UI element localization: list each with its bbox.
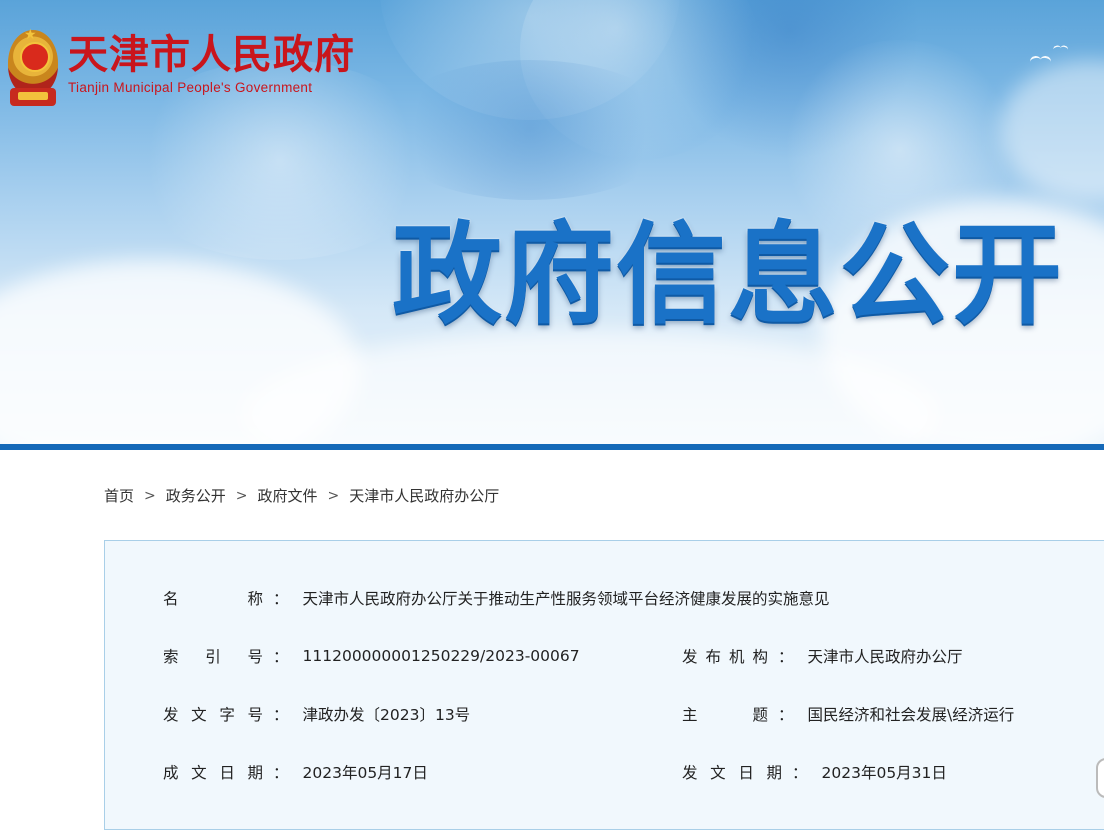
info-row-subject: 主 题 ： 国民经济和社会发展\经济运行 (682, 703, 1014, 725)
breadcrumb: 首页 > 政务公开 > 政府文件 > 天津市人民政府办公厅 (104, 485, 499, 506)
info-value-name: 天津市人民政府办公厅关于推动生产性服务领域平台经济健康发展的实施意见 (302, 590, 830, 608)
info-label-index: 索 引 号 (163, 648, 263, 666)
info-value-issued-date: 2023年05月31日 (821, 764, 947, 782)
side-scroll-widget[interactable] (1096, 758, 1104, 798)
header-banner: ★ 天津市人民政府 Tianjin Municipal People's Gov… (0, 0, 1104, 444)
info-label-created-date: 成 文 日 期 (163, 764, 263, 782)
info-label-publisher: 发 布 机 构 (682, 648, 768, 666)
document-info-panel: 名 称 ： 天津市人民政府办公厅关于推动生产性服务领域平台经济健康发展的实施意见… (104, 540, 1104, 830)
colon: ： (792, 764, 808, 782)
info-label-name: 名 称 (163, 590, 263, 608)
site-name-cn: 天津市人民政府 (68, 32, 355, 78)
breadcrumb-general-office[interactable]: 天津市人民政府办公厅 (349, 485, 499, 506)
breadcrumb-home[interactable]: 首页 (104, 485, 134, 506)
info-row-name: 名 称 ： 天津市人民政府办公厅关于推动生产性服务领域平台经济健康发展的实施意见 (163, 587, 830, 609)
breadcrumb-separator: > (327, 487, 340, 504)
info-value-created-date: 2023年05月17日 (302, 764, 428, 782)
colon: ： (778, 648, 794, 666)
info-label-subject: 主 题 (682, 706, 768, 724)
bird-icon (1030, 56, 1052, 66)
info-value-publisher: 天津市人民政府办公厅 (807, 648, 963, 666)
info-value-subject: 国民经济和社会发展\经济运行 (807, 706, 1015, 724)
breadcrumb-gov-affairs[interactable]: 政务公开 (166, 485, 226, 506)
banner-decoration (380, 60, 680, 200)
breadcrumb-separator: > (144, 487, 156, 504)
breadcrumb-gov-documents[interactable]: 政府文件 (258, 485, 318, 506)
colon: ： (273, 648, 289, 666)
colon: ： (273, 764, 289, 782)
info-label-doc-no: 发 文 字 号 (163, 706, 263, 724)
info-value-doc-no: 津政办发〔2023〕13号 (302, 706, 471, 724)
site-name: 天津市人民政府 Tianjin Municipal People's Gover… (68, 32, 355, 95)
info-label-issued-date: 发 文 日 期 (682, 764, 782, 782)
site-name-en: Tianjin Municipal People's Government (68, 80, 313, 95)
info-value-index: 111200000001250229/2023-00067 (302, 647, 580, 665)
info-row-issued-date: 发 文 日 期 ： 2023年05月31日 (682, 761, 947, 783)
site-logo-link[interactable]: ★ 天津市人民政府 Tianjin Municipal People's Gov… (4, 24, 355, 114)
info-row-index: 索 引 号 ： 111200000001250229/2023-00067 (163, 645, 580, 667)
colon: ： (273, 706, 289, 724)
national-emblem-icon: ★ (4, 24, 62, 108)
bird-icon (1053, 46, 1068, 53)
colon: ： (273, 590, 289, 608)
info-row-publisher: 发 布 机 构 ： 天津市人民政府办公厅 (682, 645, 963, 667)
info-row-created-date: 成 文 日 期 ： 2023年05月17日 (163, 761, 428, 783)
colon: ： (778, 706, 794, 724)
breadcrumb-separator: > (235, 487, 248, 504)
banner-title: 政府信息公开 (392, 211, 1064, 339)
info-row-doc-no: 发 文 字 号 ： 津政办发〔2023〕13号 (163, 703, 470, 725)
header-divider (0, 444, 1104, 450)
